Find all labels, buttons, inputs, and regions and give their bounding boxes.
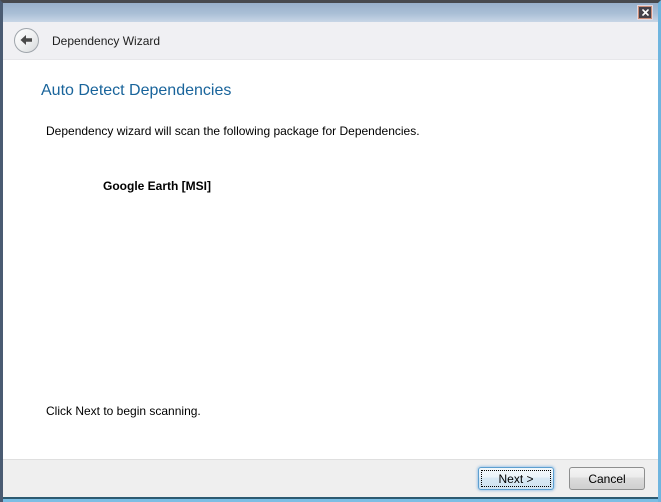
scan-description: Dependency wizard will scan the followin…	[46, 124, 420, 138]
package-name: Google Earth [MSI]	[103, 179, 211, 193]
cancel-button[interactable]: Cancel	[569, 467, 645, 490]
next-instruction: Click Next to begin scanning.	[46, 404, 201, 418]
wizard-header: Dependency Wizard	[3, 22, 658, 60]
back-button[interactable]	[14, 28, 39, 53]
close-icon	[642, 9, 649, 16]
page-heading: Auto Detect Dependencies	[41, 82, 231, 100]
wizard-page-content: Auto Detect Dependencies Dependency wiza…	[3, 60, 658, 459]
title-bar	[3, 3, 658, 22]
wizard-title: Dependency Wizard	[52, 34, 160, 48]
arrow-left-icon	[20, 32, 33, 50]
button-bar: Next > Cancel	[3, 459, 658, 497]
close-button[interactable]	[638, 6, 652, 19]
next-button[interactable]: Next >	[478, 467, 554, 490]
dependency-wizard-window: Dependency Wizard Auto Detect Dependenci…	[0, 0, 661, 502]
